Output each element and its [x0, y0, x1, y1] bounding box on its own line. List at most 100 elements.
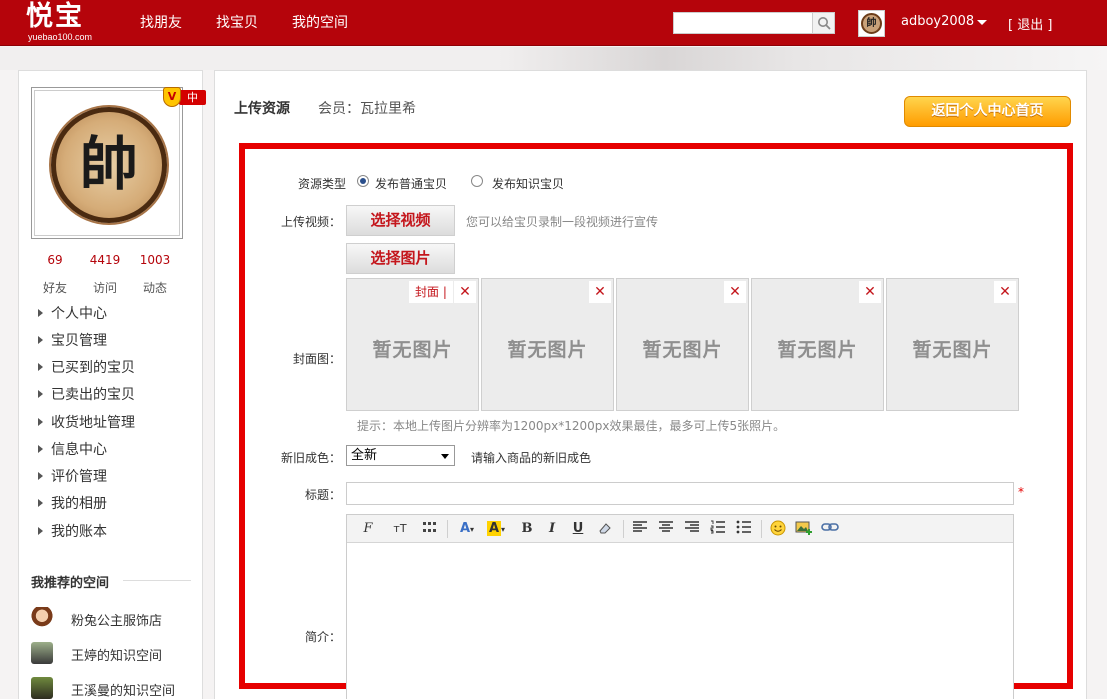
avatar-coin: 帥	[861, 13, 882, 34]
cover-slot-3[interactable]: ✕ 暂无图片	[616, 278, 749, 411]
cover-placeholder: 暂无图片	[777, 339, 858, 361]
bold-icon[interactable]: B	[519, 520, 535, 538]
sidebar-item-label: 我的相册	[51, 496, 107, 512]
condition-select[interactable]: 全新	[346, 445, 455, 466]
site-logo[interactable]: 悦宝 yuebao100.com	[26, 2, 102, 44]
close-icon[interactable]: ✕	[454, 281, 476, 303]
nav-my-space[interactable]: 我的空间	[292, 12, 348, 32]
line-height-icon[interactable]	[421, 520, 439, 538]
video-label: 上传视频：	[280, 215, 341, 229]
radio-normal-treasure[interactable]	[357, 175, 369, 187]
search-button[interactable]	[812, 12, 835, 34]
recommended-title: 我推荐的空间	[31, 576, 110, 591]
caret-right-icon	[38, 499, 43, 507]
eraser-icon[interactable]	[596, 520, 614, 538]
sidebar-item-reviews[interactable]: 评价管理	[35, 466, 195, 486]
align-left-icon[interactable]	[631, 520, 649, 538]
required-mark: *	[1018, 485, 1024, 499]
close-icon[interactable]: ✕	[859, 281, 881, 303]
caret-right-icon	[38, 445, 43, 453]
insert-image-icon[interactable]	[795, 520, 813, 538]
ordered-list-icon[interactable]	[709, 520, 727, 538]
editor-toolbar: F тT A▾ A ▾ B I U	[347, 515, 1013, 543]
chevron-down-icon[interactable]	[977, 20, 987, 25]
font-color-icon[interactable]: A▾	[455, 520, 479, 538]
radio-normal-treasure-label[interactable]: 发布普通宝贝	[375, 175, 447, 192]
logout-link[interactable]: [ 退出 ]	[1008, 14, 1052, 33]
close-icon[interactable]: ✕	[724, 281, 746, 303]
stat-visits-count[interactable]: 4419	[85, 253, 125, 267]
sidebar-item-ledger[interactable]: 我的账本	[35, 521, 195, 541]
sidebar-item-treasure-manage[interactable]: 宝贝管理	[35, 330, 195, 350]
sidebar-item-messages[interactable]: 信息中心	[35, 439, 195, 459]
nav-find-treasure[interactable]: 找宝贝	[216, 12, 258, 32]
profile-photo-frame: 帥	[34, 90, 180, 236]
font-family-icon[interactable]: F	[357, 520, 379, 538]
sidebar-item-label: 收货地址管理	[51, 415, 135, 431]
stat-activity-label: 动态	[142, 281, 167, 295]
recommended-item[interactable]: 王婷的知识空间	[31, 642, 196, 666]
underline-icon[interactable]: U	[570, 520, 586, 538]
nav-find-friends[interactable]: 找朋友	[140, 12, 182, 32]
sidebar-item-address[interactable]: 收货地址管理	[35, 412, 195, 432]
caret-right-icon	[38, 527, 43, 535]
search-input[interactable]	[673, 12, 813, 34]
set-cover-tag-label: 封面	[415, 285, 440, 299]
sidebar-item-personal-center[interactable]: 个人中心	[35, 303, 195, 323]
title-input[interactable]	[346, 482, 1014, 505]
back-to-center-button[interactable]: 返回个人中心首页	[904, 96, 1071, 127]
sidebar-item-label: 宝贝管理	[51, 333, 107, 349]
video-hint: 您可以给宝贝录制一段视频进行宣传	[466, 215, 659, 229]
cover-slot-2[interactable]: ✕ 暂无图片	[481, 278, 614, 411]
sidebar-item-label: 已卖出的宝贝	[51, 387, 135, 403]
divider	[623, 520, 624, 538]
intro-editor[interactable]: F тT A▾ A ▾ B I U	[346, 514, 1014, 699]
recommended-item[interactable]: 王溪曼的知识空间	[31, 677, 196, 699]
main-panel: 上传资源 会员：瓦拉里希 返回个人中心首页 资源类型 发布普通宝贝 发布知识宝贝…	[214, 70, 1087, 699]
sidebar-item-sold[interactable]: 已卖出的宝贝	[35, 384, 195, 404]
logo-text: 悦宝	[26, 1, 84, 32]
sidebar-item-albums[interactable]: 我的相册	[35, 493, 195, 513]
divider	[761, 520, 762, 538]
stat-friends-count[interactable]: 69	[35, 253, 75, 267]
recommended-avatar	[31, 677, 53, 699]
header-backdrop	[0, 47, 1107, 70]
left-sidebar: 帥 中 V 69 4419 1003 好友 访问 动态 个人中心 宝贝管理 已买…	[18, 70, 206, 699]
italic-icon[interactable]: I	[544, 520, 560, 538]
stat-visits-label: 访问	[92, 281, 117, 295]
unordered-list-icon[interactable]	[735, 520, 753, 538]
stat-activity-count[interactable]: 1003	[135, 253, 175, 267]
cover-slot-1[interactable]: 封面 | ✕ 暂无图片	[346, 278, 479, 411]
align-right-icon[interactable]	[683, 520, 701, 538]
resource-type-label: 资源类型	[297, 177, 346, 191]
user-avatar[interactable]: 帥	[858, 10, 885, 37]
profile-photo[interactable]: 帥	[31, 87, 183, 239]
align-center-icon[interactable]	[657, 520, 675, 538]
choose-video-button[interactable]: 选择视频	[346, 205, 455, 236]
sidebar-item-label: 信息中心	[51, 442, 107, 458]
recommended-item[interactable]: 粉兔公主服饰店	[31, 607, 196, 631]
close-icon[interactable]: ✕	[994, 281, 1016, 303]
highlight-color-icon[interactable]: A ▾	[483, 520, 509, 538]
close-icon[interactable]: ✕	[589, 281, 611, 303]
divider	[447, 520, 448, 538]
choose-image-button[interactable]: 选择图片	[346, 243, 455, 274]
username[interactable]: adboy2008	[901, 14, 974, 29]
radio-knowledge-treasure-label[interactable]: 发布知识宝贝	[492, 175, 564, 192]
page-title: 上传资源	[234, 101, 290, 117]
cover-label: 封面图：	[292, 352, 341, 366]
cover-placeholder: 暂无图片	[912, 339, 993, 361]
sidebar-item-label: 我的账本	[51, 524, 107, 540]
sidebar-item-bought[interactable]: 已买到的宝贝	[35, 357, 195, 377]
set-cover-tag[interactable]: 封面 |	[409, 281, 453, 303]
radio-knowledge-treasure[interactable]	[471, 175, 483, 187]
recommended-name: 王婷的知识空间	[71, 649, 163, 664]
link-icon[interactable]	[821, 520, 839, 538]
emoticon-icon[interactable]	[769, 520, 787, 538]
cover-slot-4[interactable]: ✕ 暂无图片	[751, 278, 884, 411]
cover-slot-5[interactable]: ✕ 暂无图片	[886, 278, 1019, 411]
caret-right-icon	[38, 418, 43, 426]
font-size-icon[interactable]: тT	[387, 520, 413, 538]
condition-hint: 请输入商品的新旧成色	[471, 451, 592, 465]
cover-placeholder: 暂无图片	[372, 339, 453, 361]
